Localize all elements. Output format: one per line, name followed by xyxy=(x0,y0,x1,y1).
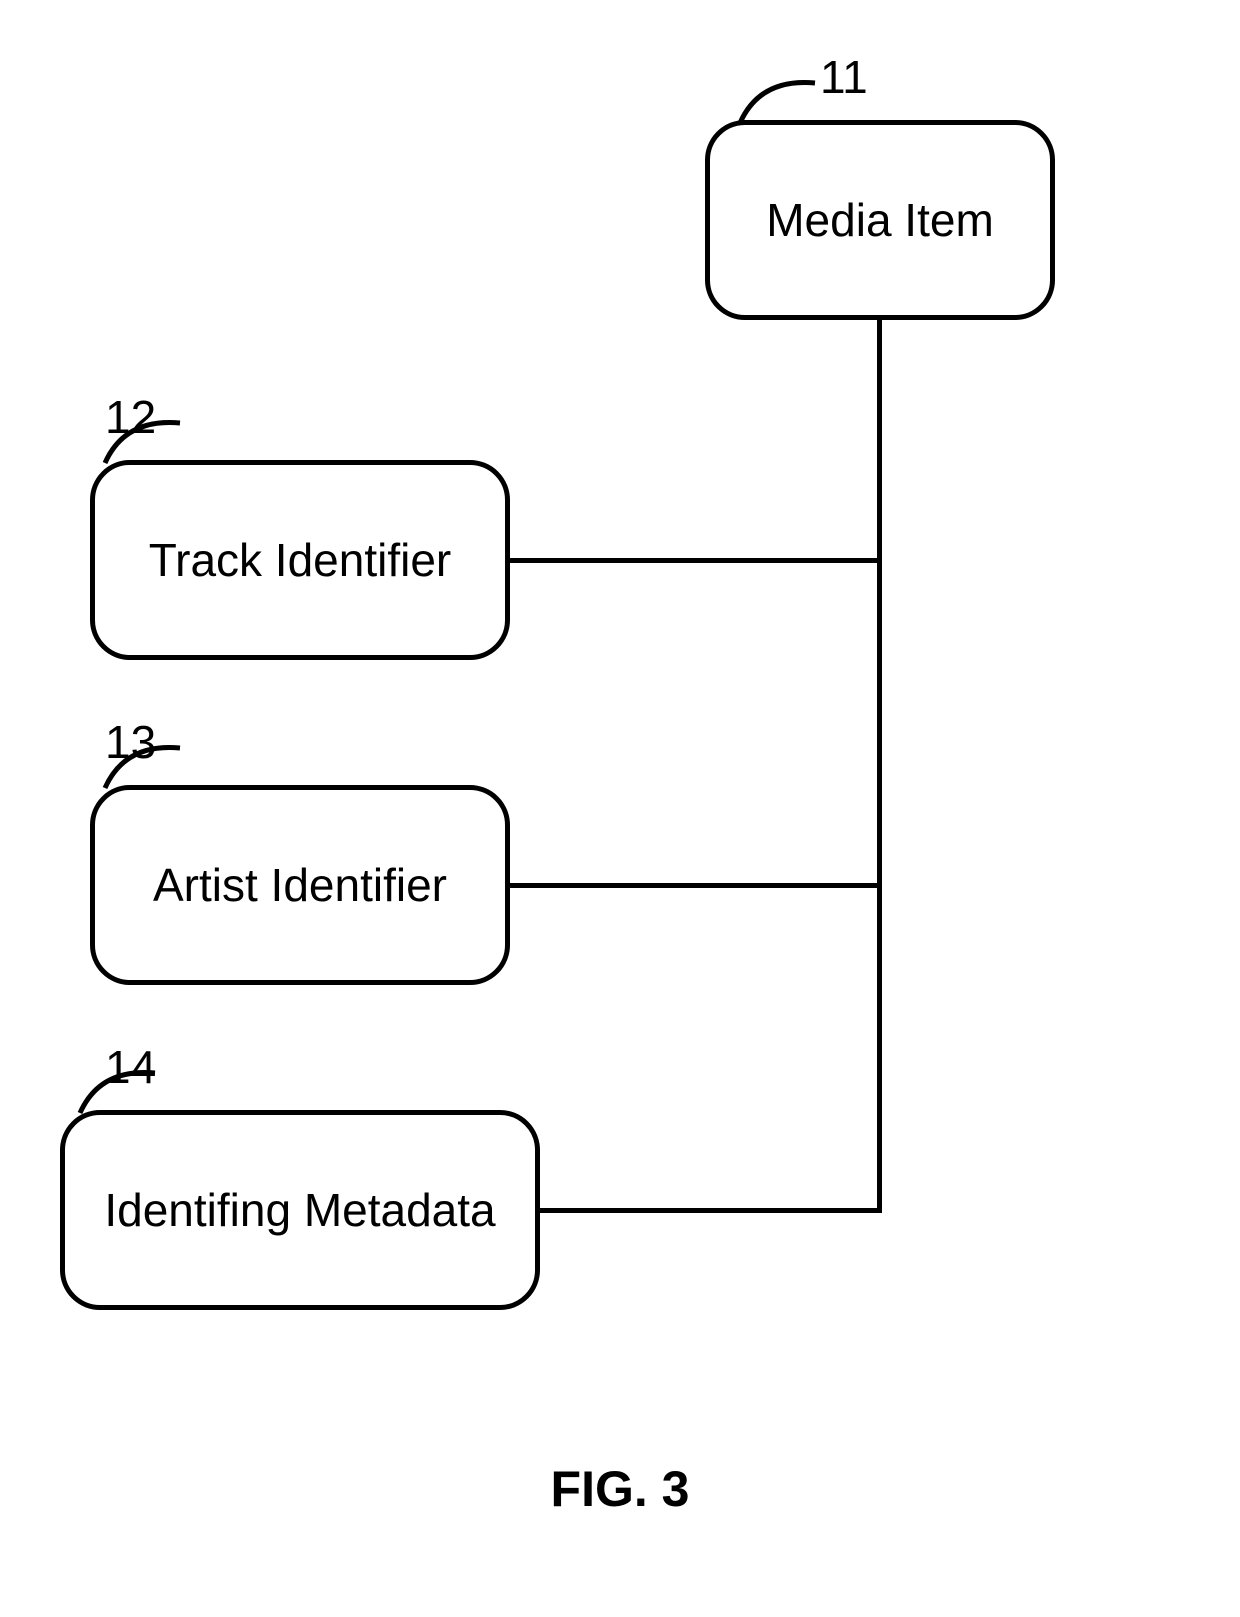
media-item-box: Media Item xyxy=(705,120,1055,320)
identifying-metadata-connector xyxy=(540,1208,882,1213)
track-identifier-ref-curve xyxy=(100,408,200,468)
identifying-metadata-box: Identifing Metadata xyxy=(60,1110,540,1310)
track-identifier-label: Track Identifier xyxy=(149,533,452,587)
artist-identifier-connector xyxy=(510,883,880,888)
identifying-metadata-ref-curve xyxy=(75,1058,175,1118)
artist-identifier-ref-curve xyxy=(100,733,200,793)
media-item-label: Media Item xyxy=(766,193,994,247)
track-identifier-connector xyxy=(510,558,880,563)
artist-identifier-label: Artist Identifier xyxy=(153,858,447,912)
artist-identifier-box: Artist Identifier xyxy=(90,785,510,985)
media-item-ref-curve xyxy=(720,68,820,128)
identifying-metadata-label: Identifing Metadata xyxy=(104,1183,495,1237)
figure-label: FIG. 3 xyxy=(0,1460,1240,1518)
media-item-ref: 11 xyxy=(820,50,868,104)
vertical-connector xyxy=(877,320,882,1212)
track-identifier-box: Track Identifier xyxy=(90,460,510,660)
